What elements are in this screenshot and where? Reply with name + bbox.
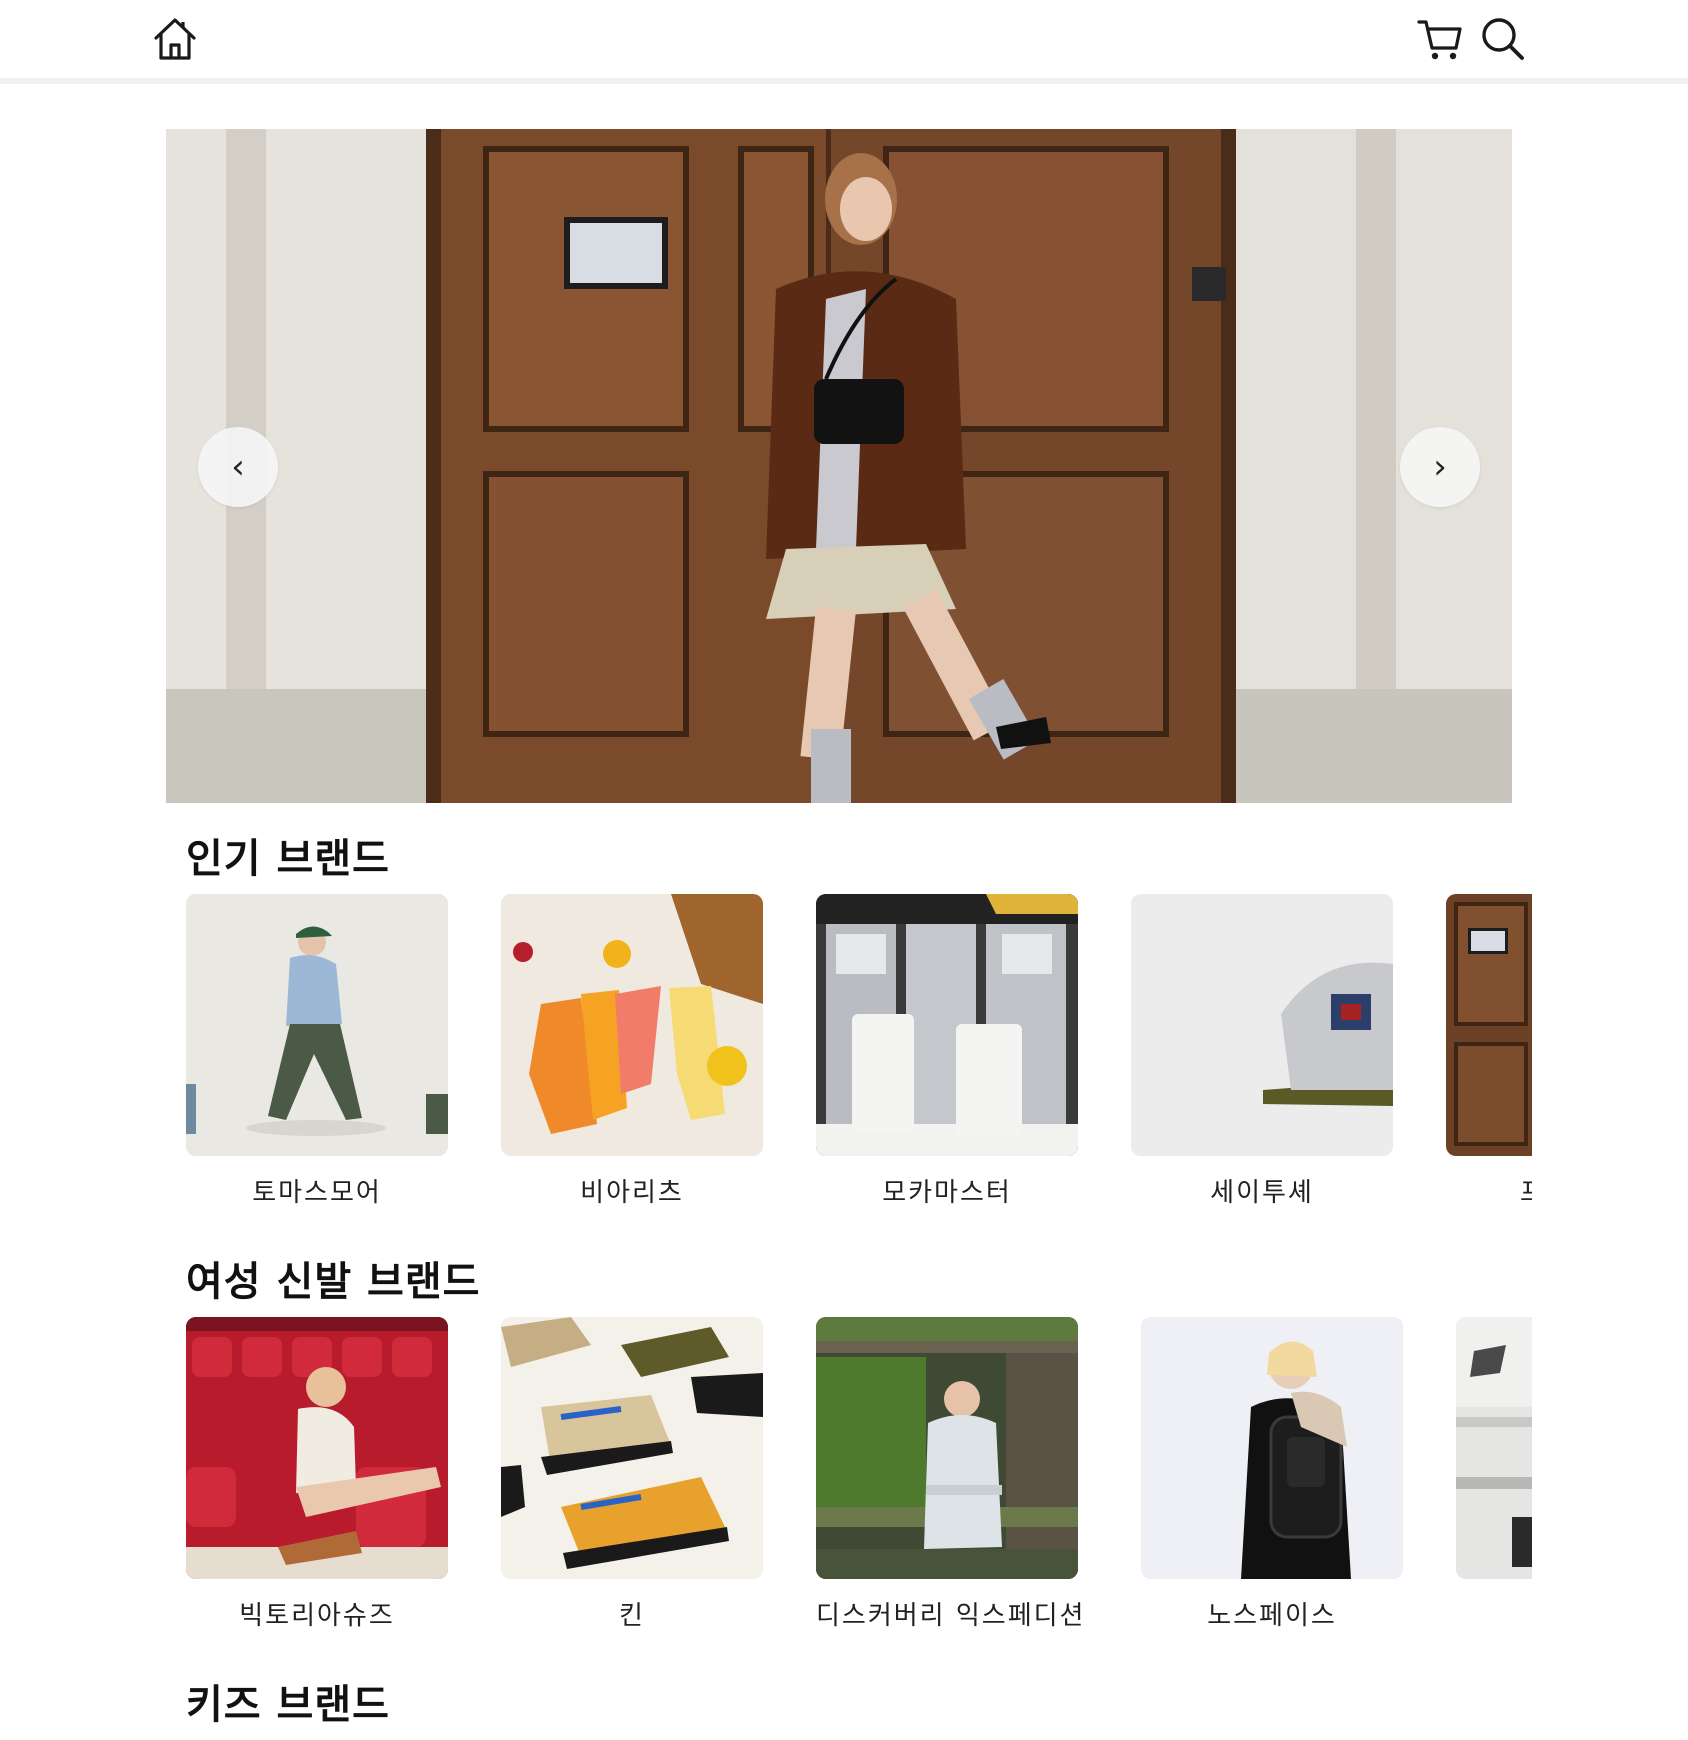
brand-thumbnail [186, 894, 448, 1156]
brand-card-5[interactable] [1456, 1317, 1532, 1595]
brand-name: 프 [1446, 1172, 1532, 1209]
brand-thumbnail [1446, 894, 1532, 1156]
brand-name: 세이투셰 [1210, 1178, 1314, 1208]
brand-card-1[interactable]: 빅토리아슈즈 [186, 1317, 448, 1632]
section-title-popular-brands: 인기 브랜드 [186, 836, 390, 882]
cart-icon[interactable] [1415, 14, 1465, 64]
brand-name: 비아리츠 [580, 1178, 684, 1208]
brand-card-1[interactable]: 토마스모어 [186, 894, 448, 1209]
brand-row-women-shoes: 빅토리아슈즈 킨 디스커버리 익스페디션 노스페이스 [186, 1317, 1532, 1637]
section-title-women-shoes-brands: 여성 신발 브랜드 [186, 1259, 481, 1305]
brand-thumbnail [501, 1317, 763, 1579]
section-title-kids-brands: 키즈 브랜드 [186, 1682, 390, 1728]
brand-thumbnail [1131, 894, 1393, 1156]
brand-card-3[interactable]: 모카마스터 [816, 894, 1078, 1209]
hero-carousel[interactable]: ‹ › [166, 129, 1512, 803]
brand-name: 킨 [619, 1601, 645, 1631]
brand-thumbnail [501, 894, 763, 1156]
brand-name: 디스커버리 익스페디션 [816, 1601, 1086, 1631]
brand-thumbnail [1456, 1317, 1532, 1579]
carousel-next-button[interactable]: › [1400, 427, 1480, 507]
brand-name: 모카마스터 [882, 1178, 1012, 1208]
brand-card-4[interactable]: 세이투셰 [1131, 894, 1393, 1209]
brand-thumbnail [816, 894, 1078, 1156]
brand-card-4[interactable]: 노스페이스 [1141, 1317, 1403, 1632]
brand-thumbnail [1141, 1317, 1403, 1579]
search-icon[interactable] [1478, 14, 1528, 64]
brand-card-3[interactable]: 디스커버리 익스페디션 [816, 1317, 1086, 1632]
brand-thumbnail [816, 1317, 1078, 1579]
hero-banner-image [166, 129, 1512, 803]
brand-card-5[interactable]: 프 [1446, 894, 1532, 1209]
brand-row-popular: 토마스모어 비아리츠 모카마스터 세이투셰 [186, 894, 1532, 1214]
top-navigation-bar [0, 0, 1688, 84]
brand-thumbnail [186, 1317, 448, 1579]
home-icon[interactable] [150, 14, 200, 64]
brand-name: 노스페이스 [1207, 1601, 1337, 1631]
brand-card-2[interactable]: 비아리츠 [501, 894, 763, 1209]
brand-name: 토마스모어 [252, 1178, 382, 1208]
brand-card-2[interactable]: 킨 [501, 1317, 763, 1632]
carousel-prev-button[interactable]: ‹ [198, 427, 278, 507]
brand-name: 빅토리아슈즈 [239, 1601, 395, 1631]
